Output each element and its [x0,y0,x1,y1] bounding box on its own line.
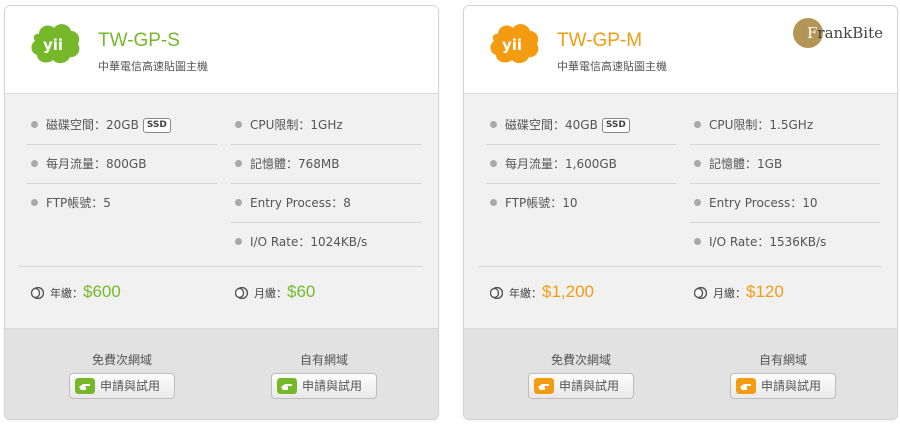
spec-io-rate: I/O Rate：1536KB/s [690,223,880,262]
apply-trial-button[interactable]: 申請與試用 [730,373,836,399]
apply-trial-button[interactable]: 申請與試用 [528,373,634,399]
bullet-icon [31,121,38,128]
bullet-icon [490,199,497,206]
plan-name: TW-GP-M [557,30,643,51]
bullet-icon [694,121,701,128]
bullet-icon [694,199,701,206]
pointing-hand-icon [277,378,297,394]
ssd-badge: SSD [142,118,171,133]
bullet-icon [235,199,242,206]
spec-disk: 磁碟空間：40GB SSD [486,106,676,145]
bullet-icon [235,238,242,245]
footer-label: 免費次網域 [91,353,152,367]
pointing-hand-icon [534,378,554,394]
spec-column-right: CPU限制：1.5GHz 記憶體：1GB Entry Process：10 I/… [690,106,880,262]
footer-label: 免費次網域 [550,353,611,367]
spec-column-left: 磁碟空間：40GB SSD 每月流量：1,600GB FTP帳號：10 [486,106,676,223]
divider [19,266,423,267]
spec-column-left: 磁碟空間：20GB SSD 每月流量：800GB FTP帳號：5 [27,106,217,223]
plan-footer: 免費次網域 申請與試用 自有網域 申請與試用 [464,328,897,419]
frankbite-watermark: FrankBite [792,18,893,48]
footer-free-subdomain: 免費次網域 申請與試用 [476,329,686,419]
spec-traffic: 每月流量：1,600GB [486,145,676,184]
coin-icon [31,287,44,299]
yui-cloud-logo-icon: yii [31,24,80,64]
spec-disk: 磁碟空間：20GB SSD [27,106,217,145]
plan-card-tw-gp-s: yii TW-GP-S 中華電信高速貼圖主機 磁碟空間：20GB SSD 每月流量… [4,5,439,420]
apply-trial-button[interactable]: 申請與試用 [271,373,377,399]
spec-traffic: 每月流量：800GB [27,145,217,184]
spec-cpu: CPU限制：1GHz [231,106,421,145]
svg-text:yii: yii [43,36,63,54]
pointing-hand-icon [75,378,95,394]
plan-name: TW-GP-S [98,30,180,51]
price-yearly-value: $600 [83,282,121,301]
spec-cpu: CPU限制：1.5GHz [690,106,880,145]
price-monthly: 月繳：$60 [235,272,315,312]
footer-label: 自有網域 [758,353,807,367]
spec-ftp: FTP帳號：10 [486,184,676,223]
pointing-hand-icon [736,378,756,394]
spec-memory: 記憶體：1GB [690,145,880,184]
price-monthly-value: $60 [287,282,316,301]
spec-memory: 記憶體：768MB [231,145,421,184]
footer-free-subdomain: 免費次網域 申請與試用 [17,329,227,419]
spec-column-right: CPU限制：1GHz 記憶體：768MB Entry Process：8 I/O… [231,106,421,262]
plan-header: yii TW-GP-M 中華電信高速貼圖主機 FrankBite [464,6,897,94]
bullet-icon [31,199,38,206]
coin-icon [235,287,248,299]
bullet-icon [694,160,701,167]
bullet-icon [694,238,701,245]
price-yearly: 年繳：$1,200 [490,272,594,312]
bullet-icon [235,160,242,167]
footer-own-domain: 自有網域 申請與試用 [219,329,429,419]
price-row: 年繳：$600 月繳：$60 [27,272,427,312]
plan-card-tw-gp-m: yii TW-GP-M 中華電信高速貼圖主機 FrankBite 磁碟空間：40… [463,5,898,420]
footer-own-domain: 自有網域 申請與試用 [678,329,888,419]
coin-icon [490,287,503,299]
plan-specs: 磁碟空間：40GB SSD 每月流量：1,600GB FTP帳號：10 CPU限制… [464,94,897,334]
spec-ftp: FTP帳號：5 [27,184,217,223]
price-row: 年繳：$1,200 月繳：$120 [486,272,886,312]
ssd-badge: SSD [601,118,630,133]
bullet-icon [490,121,497,128]
coin-icon [694,287,707,299]
bullet-icon [31,160,38,167]
plan-subtitle: 中華電信高速貼圖主機 [557,60,667,73]
footer-label: 自有網域 [299,353,348,367]
divider [478,266,882,267]
yui-cloud-logo-icon: yii [490,24,539,64]
price-yearly: 年繳：$600 [31,272,121,312]
bullet-icon [490,160,497,167]
price-yearly-value: $1,200 [542,282,594,301]
price-monthly: 月繳：$120 [694,272,784,312]
apply-trial-button[interactable]: 申請與試用 [69,373,175,399]
bullet-icon [235,121,242,128]
plan-header: yii TW-GP-S 中華電信高速貼圖主機 [5,6,438,94]
spec-io-rate: I/O Rate：1024KB/s [231,223,421,262]
spec-entry-process: Entry Process：10 [690,184,880,223]
plan-footer: 免費次網域 申請與試用 自有網域 申請與試用 [5,328,438,419]
spec-entry-process: Entry Process：8 [231,184,421,223]
plan-specs: 磁碟空間：20GB SSD 每月流量：800GB FTP帳號：5 CPU限制：1G… [5,94,438,334]
price-monthly-value: $120 [746,282,784,301]
plan-subtitle: 中華電信高速貼圖主機 [98,60,208,73]
svg-text:yii: yii [502,36,522,54]
